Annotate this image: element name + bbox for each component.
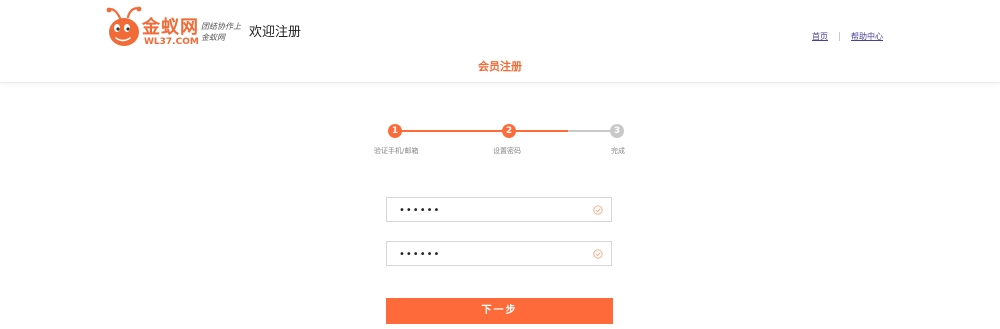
nav-divider bbox=[839, 32, 840, 41]
slogan: 团结协作上金蚁网 bbox=[201, 22, 241, 42]
step-2-circle: 2 bbox=[502, 124, 516, 138]
step-line-partial bbox=[516, 130, 568, 132]
password-field bbox=[386, 197, 612, 222]
progress-steps: 1 2 3 验证手机/邮箱 设置密码 完成 bbox=[365, 120, 635, 160]
logo-domain: WL37.COM bbox=[144, 37, 199, 47]
step-3-label: 完成 bbox=[611, 147, 625, 155]
top-nav: 首页 帮助中心 bbox=[812, 31, 883, 43]
site-header: 金蚁网 WL37.COM 团结协作上金蚁网 欢迎注册 首页 帮助中心 会员注册 bbox=[0, 0, 1000, 83]
next-step-button[interactable]: 下一步 bbox=[386, 298, 613, 324]
nav-help-link[interactable]: 帮助中心 bbox=[851, 32, 883, 41]
confirm-password-input[interactable] bbox=[399, 247, 589, 261]
step-1-label: 验证手机/邮箱 bbox=[374, 147, 419, 155]
logo-text: 金蚁网 bbox=[142, 17, 199, 38]
confirm-password-field bbox=[386, 241, 612, 266]
step-line-pending bbox=[568, 130, 614, 132]
step-2-label: 设置密码 bbox=[493, 147, 521, 155]
check-circle-icon bbox=[593, 205, 603, 215]
check-circle-icon bbox=[593, 249, 603, 259]
nav-home-link[interactable]: 首页 bbox=[812, 32, 828, 41]
page-heading: 欢迎注册 bbox=[249, 25, 302, 40]
step-1-circle: 1 bbox=[388, 124, 402, 138]
step-3-circle: 3 bbox=[610, 124, 624, 138]
step-line-done bbox=[402, 130, 508, 132]
page-title: 会员注册 bbox=[478, 60, 522, 73]
password-input[interactable] bbox=[399, 203, 589, 217]
